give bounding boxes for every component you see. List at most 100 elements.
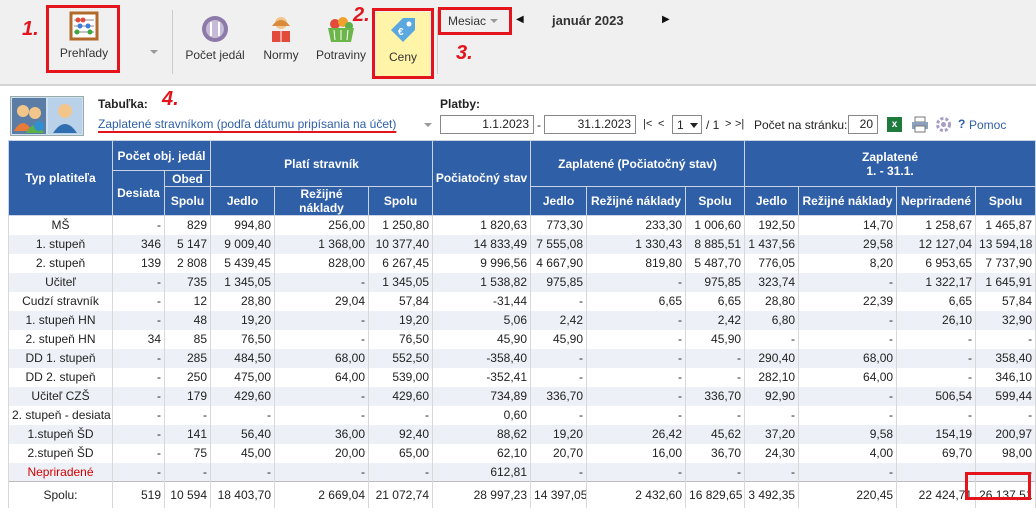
table-cell: 37,20 — [744, 424, 799, 444]
table-cell: - — [530, 405, 587, 425]
table-cell: 19,20 — [210, 310, 275, 330]
table-cell: 57,84 — [367, 291, 433, 311]
zapl-title: Zaplatené — [862, 149, 919, 164]
table-cell: 506,54 — [896, 386, 976, 406]
table-cell: - — [798, 329, 897, 349]
table-cell: - — [112, 386, 165, 406]
table-cell: 5,06 — [432, 310, 531, 330]
normy-button[interactable]: Normy — [256, 14, 306, 74]
table-cell: - — [367, 405, 433, 425]
table-cell: 6,65 — [685, 291, 745, 311]
help-link[interactable]: Pomoc — [969, 118, 1006, 132]
table-row: DD 1. stupeň -285 484,50 68,00 552,50 -358,40… — [8, 348, 1036, 368]
dropdown-arrow-icon[interactable] — [150, 50, 158, 54]
gear-icon[interactable] — [935, 116, 952, 133]
table-cell: 26,10 — [896, 310, 976, 330]
highlight-box-3 — [438, 7, 512, 35]
users-icon — [12, 98, 82, 134]
col-zp-rezia-header[interactable]: Režijné náklady — [586, 186, 687, 216]
pager-first-button[interactable]: |< — [643, 118, 652, 130]
table-cell: 13 594,18 — [975, 234, 1036, 254]
tabulka-select[interactable]: Zaplatené stravníkom (podľa dátumu pripí… — [98, 117, 438, 135]
table-cell: 22 424,71 — [896, 481, 976, 508]
col-z-rezia-header[interactable]: Režijné náklady — [798, 186, 898, 216]
table-cell: - — [896, 462, 976, 482]
col-obed-header: Obed — [164, 170, 211, 187]
table-cell: 358,40 — [975, 348, 1036, 368]
page-select[interactable]: 1 — [672, 115, 702, 134]
toolbar-separator — [172, 10, 173, 74]
table-cell: 141 — [164, 424, 211, 444]
col-z-jedlo-header[interactable]: Jedlo — [744, 186, 800, 216]
user-switch-icon[interactable] — [10, 96, 84, 136]
help-icon[interactable]: ? — [958, 117, 965, 131]
per-page-input[interactable]: 20 — [848, 115, 878, 134]
table-cell: - — [112, 367, 165, 387]
pager-last-button[interactable]: >| — [735, 118, 744, 130]
table-cell: 64,00 — [274, 367, 369, 387]
col-z-spolu-header[interactable]: Spolu — [975, 186, 1036, 216]
table-cell: - — [798, 405, 897, 425]
col-desiata-header[interactable]: Desiata — [112, 170, 165, 216]
pager-next-button[interactable]: > — [725, 118, 731, 130]
tabulka-value: Zaplatené stravníkom (podľa dátumu pripí… — [98, 117, 397, 131]
pager-prev-button[interactable]: < — [658, 118, 664, 130]
col-jedlo-header[interactable]: Jedlo — [210, 186, 275, 216]
table-cell: 139 — [112, 253, 165, 273]
table-cell: - — [274, 310, 369, 330]
table-cell: 7 555,08 — [530, 234, 587, 254]
table-cell: 75 — [164, 443, 211, 463]
table-cell: - — [744, 329, 799, 349]
table-row: Učiteľ -735 1 345,05-1 345,05 1 538,82 975,8… — [8, 272, 1036, 292]
table-cell: 20,00 — [274, 443, 369, 463]
excel-export-icon[interactable]: x — [887, 117, 902, 132]
table-cell: - — [274, 272, 369, 292]
table-cell: - — [530, 462, 587, 482]
table-cell: 6 953,65 — [896, 253, 976, 273]
table-cell: 1 345,05 — [210, 272, 275, 292]
table-cell: - — [586, 310, 686, 330]
table-cell: - — [112, 348, 165, 368]
table-cell: 26,42 — [586, 424, 686, 444]
table-cell: - — [586, 348, 686, 368]
col-rezia-header[interactable]: Režijné náklady — [274, 186, 369, 216]
table-cell: 429,60 — [210, 386, 275, 406]
col-z-nepri-header[interactable]: Nepriradené — [896, 186, 977, 216]
table-cell: 1 006,60 — [685, 215, 745, 235]
table-cell: - — [164, 462, 211, 482]
next-period-button[interactable]: ▶ — [662, 14, 670, 25]
table-row: 2.stupeň ŠD -75 45,00 20,00 65,00 62,10 20,70 1… — [8, 443, 1036, 463]
table-cell: 8 885,51 — [685, 234, 745, 254]
col-zp-spolu-header[interactable]: Spolu — [685, 186, 746, 216]
col-zapl-poc-header: Zaplatené (Počiatočný stav) — [530, 140, 746, 187]
date-to-input[interactable]: 31.1.2023 — [544, 115, 636, 134]
table-cell: 285 — [164, 348, 211, 368]
table-cell: 2 669,04 — [274, 481, 369, 508]
col-obed-spolu-header[interactable]: Spolu — [164, 186, 211, 216]
print-icon[interactable] — [911, 116, 929, 133]
table-cell: 16,00 — [586, 443, 686, 463]
row-label: Učiteľ — [8, 272, 113, 292]
date-from-input[interactable]: 1.1.2023 — [440, 115, 534, 134]
table-cell: 19,20 — [530, 424, 587, 444]
pocet-jedal-label: Počet jedál — [185, 48, 245, 62]
table-cell: - — [685, 348, 745, 368]
highlight-box-total — [965, 472, 1031, 500]
table-cell: 29,04 — [274, 291, 369, 311]
date-separator: - — [537, 118, 541, 132]
table-cell: - — [112, 291, 165, 311]
row-label: MŠ — [8, 215, 113, 235]
col-zp-jedlo-header[interactable]: Jedlo — [530, 186, 588, 216]
prev-period-button[interactable]: ◀ — [516, 14, 524, 25]
col-typ-header[interactable]: Typ platiteľa — [8, 140, 113, 216]
table-cell: 1 465,87 — [975, 215, 1036, 235]
col-poc-stav-header[interactable]: Počiatočný stav — [432, 140, 532, 216]
highlight-box-2 — [372, 8, 434, 79]
row-label: DD 1. stupeň — [8, 348, 113, 368]
col-spolu-header[interactable]: Spolu — [367, 186, 434, 216]
table-cell: 4 667,90 — [530, 253, 587, 273]
table-cell: 36,70 — [685, 443, 745, 463]
pocet-jedal-button[interactable]: Počet jedál — [181, 14, 249, 74]
total-label: Spolu: — [8, 481, 113, 508]
table-cell: - — [112, 462, 165, 482]
